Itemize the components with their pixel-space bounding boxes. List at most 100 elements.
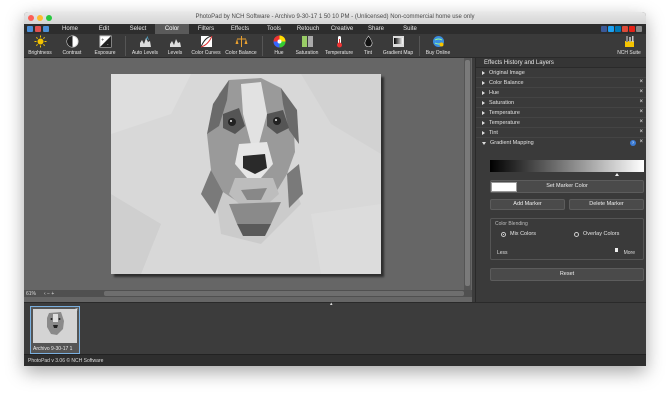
ribbon-tabs: Home Edit Select Color Filters Effects T… — [53, 24, 427, 34]
color-curves-tool[interactable]: Color Curves — [189, 34, 223, 58]
tint-label: Tint — [363, 50, 373, 56]
layer-color-balance[interactable]: Color Balance × — [476, 78, 646, 88]
exposure-icon: + - — [98, 35, 112, 48]
remove-layer-icon[interactable]: × — [639, 139, 643, 145]
marker-color-swatch[interactable] — [491, 182, 517, 192]
layer-gradient-mapping[interactable]: Gradient Mapping ? × — [476, 138, 646, 148]
buy-online-button[interactable]: Buy Online — [423, 34, 453, 58]
layer-hue[interactable]: Hue × — [476, 88, 646, 98]
exposure-tool[interactable]: + - Exposure — [88, 34, 122, 58]
mix-colors-label[interactable]: Mix Colors — [510, 231, 536, 237]
tab-creative[interactable]: Creative — [325, 24, 359, 34]
gradient-map-label: Gradient Map — [382, 50, 414, 56]
layer-original-image[interactable]: Original Image — [476, 68, 646, 78]
temperature-tool[interactable]: Temperature — [322, 34, 356, 58]
layer-temperature[interactable]: Temperature × — [476, 108, 646, 118]
color-balance-icon — [234, 35, 248, 48]
tab-share[interactable]: Share — [359, 24, 393, 34]
remove-layer-icon[interactable]: × — [639, 129, 643, 135]
remove-layer-icon[interactable]: × — [639, 119, 643, 125]
collapse-arrow-icon[interactable] — [482, 141, 486, 145]
layer-label: Gradient Mapping — [490, 140, 534, 146]
levels-label: Levels — [167, 50, 183, 56]
vertical-scrollbar[interactable] — [464, 58, 471, 290]
tab-select[interactable]: Select — [121, 24, 155, 34]
toolbar-divider — [419, 36, 420, 56]
delete-marker-button[interactable]: Delete Marker — [569, 199, 644, 210]
redo-icon[interactable] — [43, 26, 49, 32]
tab-home[interactable]: Home — [53, 24, 87, 34]
blend-slider-thumb[interactable] — [615, 248, 618, 252]
tab-tools[interactable]: Tools — [257, 24, 291, 34]
menu-icon[interactable] — [27, 26, 33, 32]
layer-saturation[interactable]: Saturation × — [476, 98, 646, 108]
reset-button[interactable]: Reset — [490, 268, 644, 281]
google-plus-icon[interactable] — [622, 26, 628, 32]
layer-tint[interactable]: Tint × — [476, 128, 646, 138]
image-canvas[interactable]: 61% ‹ − + — [24, 58, 472, 302]
expand-arrow-icon[interactable] — [482, 80, 485, 85]
gradient-map-icon — [391, 35, 405, 48]
overlay-colors-radio[interactable] — [574, 232, 579, 237]
facebook-icon[interactable] — [601, 26, 607, 32]
mix-colors-radio[interactable] — [501, 232, 506, 237]
add-marker-button[interactable]: Add Marker — [490, 199, 565, 210]
vertical-scroll-thumb[interactable] — [465, 60, 470, 286]
tint-tool[interactable]: Tint — [356, 34, 380, 58]
tab-effects[interactable]: Effects — [223, 24, 257, 34]
ribbon-toolbar: Brightness Contrast + - Exposure A Auto L… — [24, 34, 646, 58]
collapse-filmstrip-icon[interactable]: ▴ — [330, 301, 333, 307]
twitter-icon[interactable] — [608, 26, 614, 32]
nch-suite-icon — [622, 35, 636, 48]
help-icon[interactable] — [636, 26, 642, 32]
expand-arrow-icon[interactable] — [482, 70, 485, 75]
svg-text:+: + — [101, 37, 104, 42]
saturation-tool[interactable]: Saturation — [292, 34, 322, 58]
brightness-tool[interactable]: Brightness — [24, 34, 56, 58]
contrast-tool[interactable]: Contrast — [56, 34, 88, 58]
photo-image[interactable] — [111, 74, 381, 274]
levels-tool[interactable]: Levels — [161, 34, 189, 58]
canvas-status-row: 61% ‹ − + — [24, 290, 472, 297]
gradient-preview-bar[interactable] — [490, 160, 644, 172]
hue-tool[interactable]: Hue — [266, 34, 292, 58]
temperature-label: Temperature — [324, 50, 354, 56]
dog-portrait-image — [111, 74, 381, 274]
expand-arrow-icon[interactable] — [482, 100, 485, 105]
remove-layer-icon[interactable]: × — [639, 109, 643, 115]
gradient-marker-icon[interactable] — [615, 173, 619, 176]
overlay-colors-label[interactable]: Overlay Colors — [583, 231, 619, 237]
color-balance-tool[interactable]: Color Balance — [223, 34, 259, 58]
auto-levels-tool[interactable]: A Auto Levels — [129, 34, 161, 58]
nch-suite-button[interactable]: NCH Suite — [612, 34, 646, 58]
tab-color[interactable]: Color — [155, 24, 189, 34]
expand-arrow-icon[interactable] — [482, 130, 485, 135]
expand-arrow-icon[interactable] — [482, 90, 485, 95]
brightness-label: Brightness — [28, 50, 52, 56]
expand-arrow-icon[interactable] — [482, 120, 485, 125]
remove-layer-icon[interactable]: × — [639, 99, 643, 105]
tab-filters[interactable]: Filters — [189, 24, 223, 34]
auto-levels-icon: A — [138, 35, 152, 48]
tab-retouch[interactable]: Retouch — [291, 24, 325, 34]
youtube-icon[interactable] — [629, 26, 635, 32]
set-marker-color-label: Set Marker Color — [546, 183, 588, 189]
remove-layer-icon[interactable]: × — [639, 79, 643, 85]
remove-layer-icon[interactable]: × — [639, 89, 643, 95]
tab-edit[interactable]: Edit — [87, 24, 121, 34]
linkedin-icon[interactable] — [615, 26, 621, 32]
horizontal-scrollbar[interactable] — [104, 291, 464, 296]
main-area: 61% ‹ − + Effects History and Layers Ori… — [24, 58, 646, 302]
hue-label: Hue — [274, 50, 284, 56]
tab-suite[interactable]: Suite — [393, 24, 427, 34]
image-thumbnail[interactable]: Archivo 9-30-17 1 × — [30, 306, 80, 354]
layer-temperature-2[interactable]: Temperature × — [476, 118, 646, 128]
zoom-controls[interactable]: ‹ − + — [44, 291, 104, 297]
layer-label: Tint — [489, 129, 498, 136]
gradient-map-tool[interactable]: Gradient Map — [380, 34, 416, 58]
expand-arrow-icon[interactable] — [482, 110, 485, 115]
undo-icon[interactable] — [35, 26, 41, 32]
close-thumbnail-icon[interactable]: × — [75, 307, 78, 313]
help-icon[interactable]: ? — [630, 140, 636, 146]
add-marker-label: Add Marker — [513, 201, 542, 207]
